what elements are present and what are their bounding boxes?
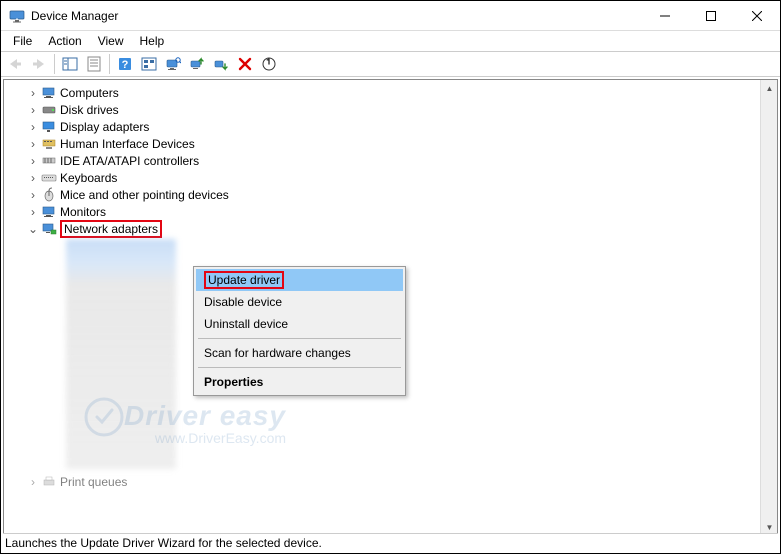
uninstall-button[interactable] — [234, 53, 256, 75]
window-title: Device Manager — [31, 9, 118, 23]
context-menu-uninstall-device[interactable]: Uninstall device — [196, 313, 403, 335]
context-menu-update-driver[interactable]: Update driver — [196, 269, 403, 291]
status-bar: Launches the Update Driver Wizard for th… — [3, 533, 778, 551]
blurred-device-list — [66, 239, 176, 469]
drive-icon — [40, 102, 58, 118]
app-icon — [9, 8, 25, 24]
chevron-right-icon[interactable] — [26, 120, 40, 134]
tree-item-hid[interactable]: Human Interface Devices — [4, 135, 777, 152]
chevron-right-icon[interactable] — [26, 171, 40, 185]
context-menu-label-highlighted: Update driver — [204, 271, 284, 289]
minimize-button[interactable] — [642, 1, 688, 31]
show-hide-tree-button[interactable] — [59, 53, 81, 75]
menu-action[interactable]: Action — [40, 32, 89, 50]
display-icon — [40, 119, 58, 135]
tree-item-label: Monitors — [60, 205, 106, 219]
tree-item-mice[interactable]: Mice and other pointing devices — [4, 186, 777, 203]
menu-help[interactable]: Help — [132, 32, 173, 50]
tree-item-label-highlighted: Network adapters — [60, 220, 162, 238]
close-button[interactable] — [734, 1, 780, 31]
context-menu-disable-device[interactable]: Disable device — [196, 291, 403, 313]
scroll-up-button[interactable]: ▲ — [761, 80, 778, 97]
help-button[interactable]: ? — [114, 53, 136, 75]
vertical-scrollbar[interactable]: ▲ ▼ — [760, 80, 777, 536]
status-text: Launches the Update Driver Wizard for th… — [5, 536, 322, 550]
update-driver-button[interactable] — [186, 53, 208, 75]
tree-item-label: Keyboards — [60, 171, 117, 185]
context-menu-properties[interactable]: Properties — [196, 371, 403, 393]
monitor-icon — [40, 204, 58, 220]
tree-item-label: Mice and other pointing devices — [60, 188, 229, 202]
tree-item-ide[interactable]: IDE ATA/ATAPI controllers — [4, 152, 777, 169]
tree-item-print-queues[interactable]: Print queues — [4, 473, 777, 490]
context-menu: Update driver Disable device Uninstall d… — [193, 266, 406, 396]
maximize-button[interactable] — [688, 1, 734, 31]
tree-item-disk-drives[interactable]: Disk drives — [4, 101, 777, 118]
ide-icon — [40, 153, 58, 169]
back-button[interactable] — [4, 53, 26, 75]
disable-button[interactable] — [210, 53, 232, 75]
tree-item-display-adapters[interactable]: Display adapters — [4, 118, 777, 135]
tree-item-monitors[interactable]: Monitors — [4, 203, 777, 220]
title-bar: Device Manager — [1, 1, 780, 31]
chevron-right-icon[interactable] — [26, 205, 40, 219]
keyboard-icon — [40, 170, 58, 186]
scan-hardware-button[interactable] — [162, 53, 184, 75]
menu-view[interactable]: View — [90, 32, 132, 50]
tree-item-label: Computers — [60, 86, 119, 100]
svg-text:?: ? — [122, 59, 129, 71]
tree-item-label: Disk drives — [60, 103, 119, 117]
refresh-button[interactable] — [258, 53, 280, 75]
menu-file[interactable]: File — [5, 32, 40, 50]
network-icon — [40, 221, 58, 237]
chevron-right-icon[interactable] — [26, 188, 40, 202]
tree-item-label: Human Interface Devices — [60, 137, 195, 151]
chevron-right-icon[interactable] — [26, 137, 40, 151]
chevron-right-icon[interactable] — [26, 154, 40, 168]
tree-item-label: IDE ATA/ATAPI controllers — [60, 154, 199, 168]
tree-item-label: Display adapters — [60, 120, 149, 134]
action2-button[interactable] — [138, 53, 160, 75]
tree-item-computers[interactable]: Computers — [4, 84, 777, 101]
tree-item-label: Print queues — [60, 475, 127, 489]
context-menu-scan-hardware[interactable]: Scan for hardware changes — [196, 342, 403, 364]
toolbar: ? — [1, 51, 780, 77]
chevron-right-icon[interactable] — [26, 475, 40, 489]
hid-icon — [40, 136, 58, 152]
tree-item-network-adapters[interactable]: Network adapters — [4, 220, 777, 237]
properties-button[interactable] — [83, 53, 105, 75]
menu-bar: File Action View Help — [1, 31, 780, 51]
monitor-icon — [40, 85, 58, 101]
printer-icon — [40, 474, 58, 490]
chevron-right-icon[interactable] — [26, 103, 40, 117]
context-menu-separator — [198, 367, 401, 368]
chevron-right-icon[interactable] — [26, 86, 40, 100]
tree-item-keyboards[interactable]: Keyboards — [4, 169, 777, 186]
mouse-icon — [40, 187, 58, 203]
context-menu-separator — [198, 338, 401, 339]
chevron-down-icon[interactable] — [26, 222, 40, 236]
forward-button[interactable] — [28, 53, 50, 75]
